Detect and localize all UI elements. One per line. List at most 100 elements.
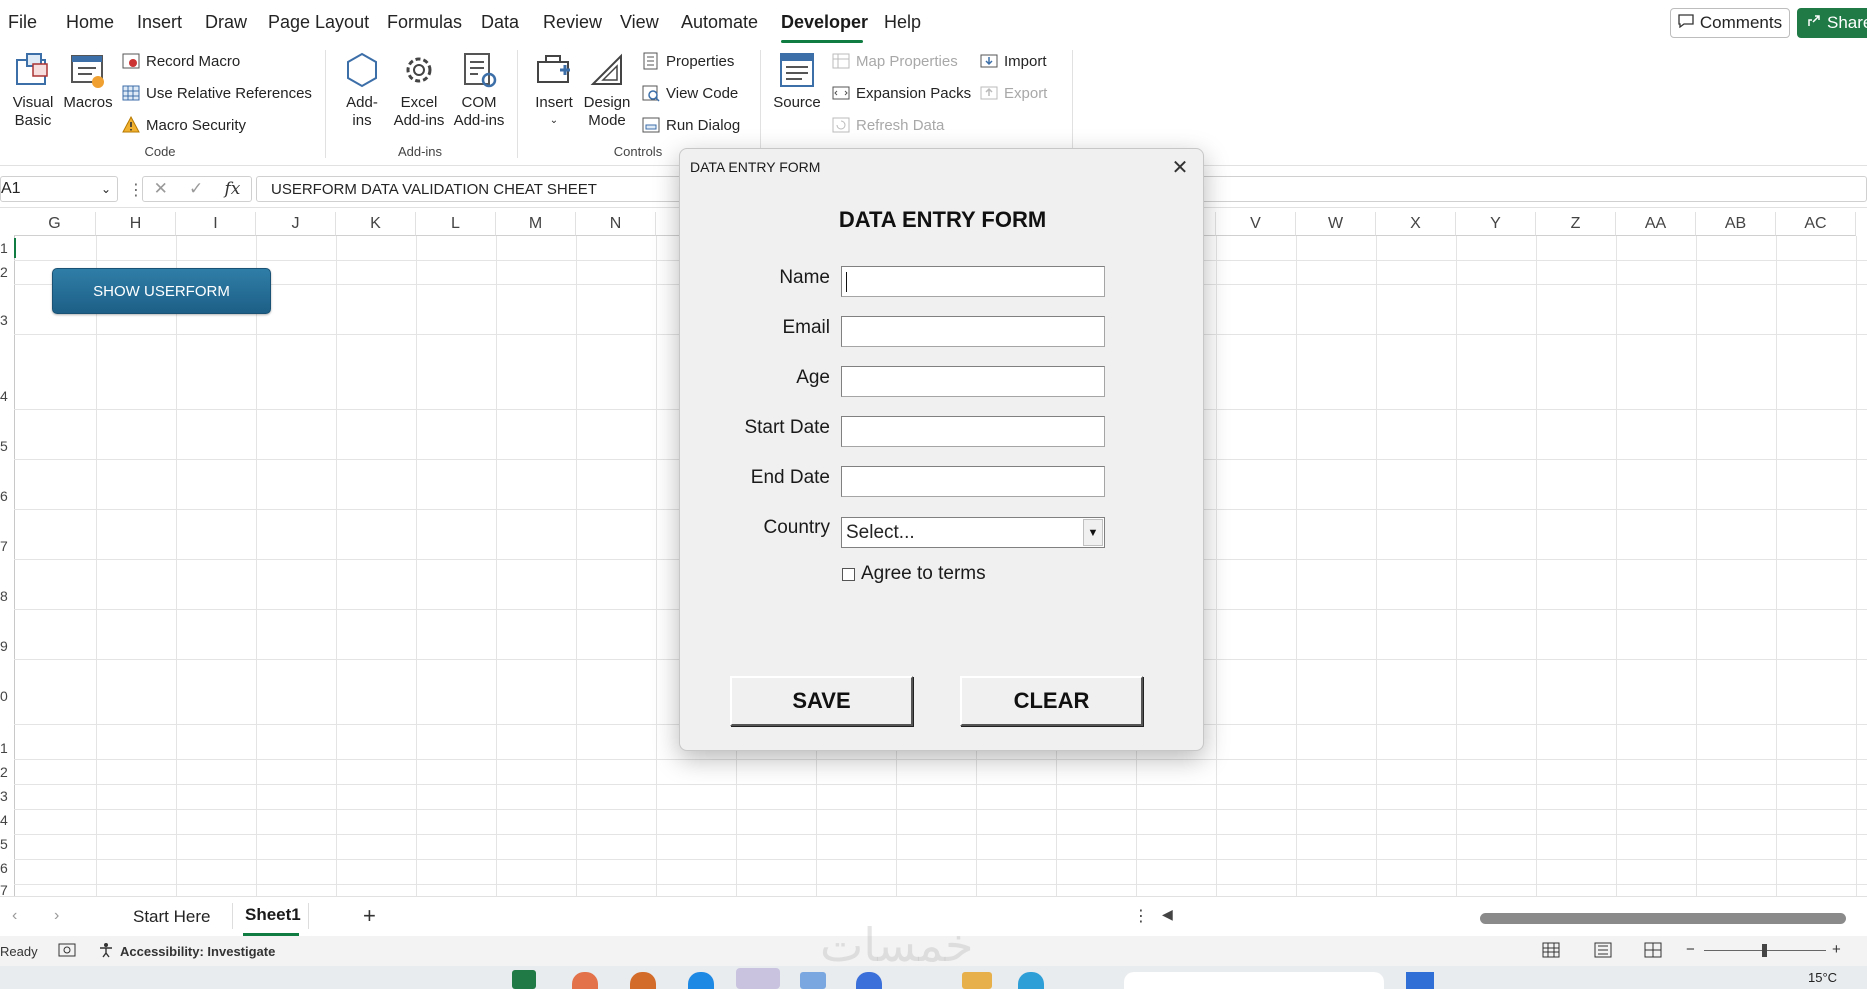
row-header[interactable]: 3 (0, 788, 8, 804)
scroll-left-icon[interactable]: ◀ (1162, 906, 1173, 923)
expansion-packs-button[interactable]: Expansion Packs (832, 84, 971, 102)
view-code-button[interactable]: View Code (642, 84, 738, 102)
insert-function-button[interactable]: fx (225, 179, 241, 199)
menu-developer[interactable]: Developer (781, 12, 868, 33)
column-header[interactable]: W (1296, 212, 1376, 236)
show-userform-button[interactable]: SHOW USERFORM (52, 268, 271, 314)
menu-formulas[interactable]: Formulas (387, 12, 462, 33)
column-header[interactable]: G (14, 212, 96, 236)
insert-control-button[interactable]: Insert ⌄ (532, 50, 576, 130)
save-button[interactable]: SAVE (730, 676, 913, 726)
cancel-icon[interactable]: ✕ (154, 179, 168, 199)
horizontal-scrollbar[interactable] (1480, 913, 1846, 924)
folder-taskbar-icon[interactable] (962, 972, 992, 989)
column-header[interactable]: M (496, 212, 576, 236)
column-header[interactable]: N (576, 212, 656, 236)
menu-insert[interactable]: Insert (137, 12, 182, 33)
export-button[interactable]: Export (980, 84, 1047, 102)
menu-home[interactable]: Home (66, 12, 114, 33)
menu-view[interactable]: View (620, 12, 659, 33)
column-header[interactable]: AC (1776, 212, 1856, 236)
row-header[interactable]: 5 (0, 836, 8, 852)
enter-icon[interactable]: ✓ (189, 179, 203, 199)
use-relative-references-button[interactable]: Use Relative References (122, 84, 312, 102)
zoom-in-icon[interactable]: + (1832, 941, 1841, 958)
column-header[interactable]: H (96, 212, 176, 236)
name-box[interactable]: A1 ⌄ (0, 176, 118, 202)
chevron-right-icon[interactable]: › (54, 907, 59, 925)
add-sheet-button[interactable]: + (363, 903, 376, 929)
comments-button[interactable]: Comments (1670, 8, 1790, 38)
more-options-icon[interactable]: ⋮ (1133, 906, 1149, 926)
excel-taskbar-icon[interactable] (512, 970, 536, 989)
row-header[interactable]: 7 (0, 538, 8, 554)
app-taskbar-icon[interactable] (1018, 972, 1044, 989)
name-field[interactable] (841, 266, 1105, 297)
row-header[interactable]: 0 (0, 688, 8, 704)
column-header[interactable]: K (336, 212, 416, 236)
menu-help[interactable]: Help (884, 12, 921, 33)
refresh-data-button[interactable]: Refresh Data (832, 116, 944, 134)
menu-review[interactable]: Review (543, 12, 602, 33)
import-button[interactable]: Import (980, 52, 1047, 70)
page-break-view-icon[interactable] (1644, 942, 1662, 961)
active-app-taskbar-icon[interactable] (736, 968, 780, 989)
menu-data[interactable]: Data (481, 12, 519, 33)
app-taskbar-icon[interactable] (688, 972, 714, 989)
map-properties-button[interactable]: Map Properties (832, 52, 958, 70)
menu-file[interactable]: File (8, 12, 37, 33)
age-field[interactable] (841, 366, 1105, 397)
macro-security-button[interactable]: Macro Security (122, 115, 246, 134)
app-taskbar-icon[interactable] (856, 972, 882, 989)
column-header[interactable]: AA (1616, 212, 1696, 236)
column-header[interactable]: I (176, 212, 256, 236)
zoom-out-icon[interactable]: − (1686, 941, 1695, 958)
row-header[interactable]: 4 (0, 812, 8, 828)
row-header[interactable]: 8 (0, 588, 8, 604)
row-header[interactable]: 5 (0, 438, 8, 454)
start-date-field[interactable] (841, 416, 1105, 447)
app-taskbar-icon[interactable] (572, 972, 598, 989)
macros-button[interactable]: Macros (62, 50, 114, 112)
column-header[interactable]: L (416, 212, 496, 236)
column-header[interactable]: AB (1696, 212, 1776, 236)
sheet-tab-sheet1[interactable]: Sheet1 (245, 905, 301, 925)
row-header[interactable]: 7 (0, 882, 8, 896)
row-header[interactable]: 1 (0, 740, 8, 756)
accessibility-status[interactable]: Accessibility: Investigate (120, 944, 275, 959)
column-header[interactable]: Y (1456, 212, 1536, 236)
clear-button[interactable]: CLEAR (960, 676, 1143, 726)
row-header[interactable]: 3 (0, 312, 8, 328)
record-macro-button[interactable]: Record Macro (122, 52, 240, 70)
dropdown-arrow-icon[interactable]: ▼ (1083, 519, 1103, 546)
row-header[interactable]: 2 (0, 764, 8, 780)
row-header[interactable]: 2 (0, 264, 8, 280)
app-taskbar-icon[interactable] (1406, 972, 1434, 989)
search-box[interactable] (1124, 972, 1384, 989)
com-add-ins-button[interactable]: COM Add-ins (450, 50, 508, 130)
column-header[interactable]: V (1216, 212, 1296, 236)
properties-button[interactable]: Properties (642, 52, 734, 70)
country-select[interactable]: Select... ▼ (841, 517, 1105, 548)
email-field[interactable] (841, 316, 1105, 347)
add-ins-button[interactable]: Add- ins (338, 50, 386, 130)
row-header[interactable]: 1 (0, 240, 8, 256)
macro-recording-icon[interactable] (58, 942, 76, 961)
column-header[interactable]: J (256, 212, 336, 236)
column-header[interactable]: X (1376, 212, 1456, 236)
row-header[interactable]: 6 (0, 860, 8, 876)
sheet-tab-start-here[interactable]: Start Here (133, 907, 210, 927)
visual-basic-button[interactable]: Visual Basic (6, 50, 60, 130)
menu-draw[interactable]: Draw (205, 12, 247, 33)
share-button[interactable]: Share (1797, 8, 1867, 38)
end-date-field[interactable] (841, 466, 1105, 497)
app-taskbar-icon[interactable] (800, 972, 826, 989)
page-layout-view-icon[interactable] (1594, 942, 1612, 961)
column-header[interactable]: Z (1536, 212, 1616, 236)
excel-add-ins-button[interactable]: Excel Add-ins (390, 50, 448, 130)
agree-terms-checkbox[interactable] (842, 567, 855, 581)
run-dialog-button[interactable]: Run Dialog (642, 116, 740, 134)
menu-page-layout[interactable]: Page Layout (268, 12, 369, 33)
row-header[interactable]: 4 (0, 388, 8, 404)
chevron-left-icon[interactable]: ‹ (12, 907, 17, 925)
